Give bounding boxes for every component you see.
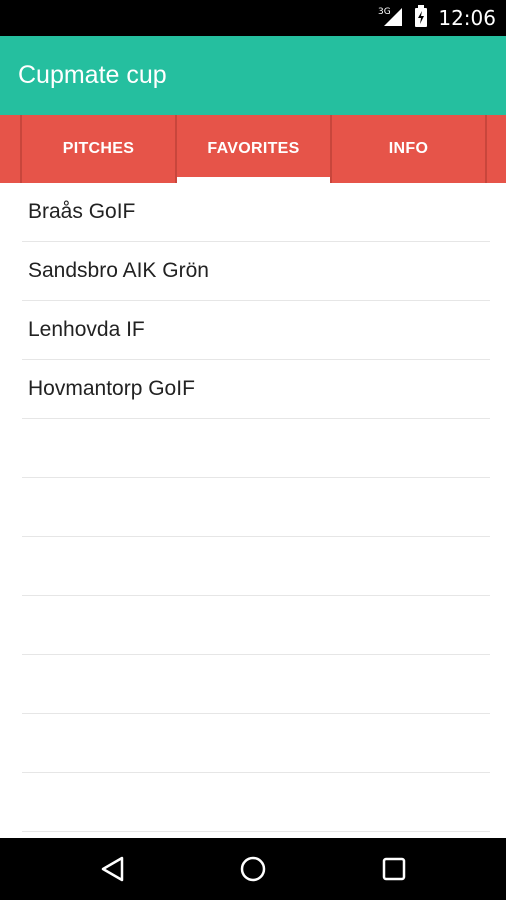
list-item xyxy=(22,714,490,773)
team-name: Hovmantorp GoIF xyxy=(28,377,195,400)
team-name: Braås GoIF xyxy=(28,200,136,223)
list-item xyxy=(22,419,490,478)
status-bar: 3G 12:06 xyxy=(0,0,506,36)
app-bar: Cupmate cup xyxy=(0,36,506,115)
tab-info[interactable]: INFO xyxy=(332,115,485,183)
home-icon xyxy=(240,856,266,882)
list-item[interactable]: Sandsbro AIK Grön xyxy=(22,242,490,301)
list-item xyxy=(22,478,490,537)
list-item xyxy=(22,773,490,832)
recents-icon xyxy=(382,857,406,881)
tab-bar: PITCHES FAVORITES INFO xyxy=(0,115,506,183)
battery-icon xyxy=(414,4,428,32)
back-button[interactable] xyxy=(73,838,153,900)
team-name: Sandsbro AIK Grön xyxy=(28,259,209,282)
list-item[interactable]: Braås GoIF xyxy=(22,183,490,242)
home-button[interactable] xyxy=(213,838,293,900)
back-icon xyxy=(101,856,124,882)
tab-pitches[interactable]: PITCHES xyxy=(22,115,175,183)
svg-text:3G: 3G xyxy=(378,7,391,17)
list-item[interactable]: Lenhovda IF xyxy=(22,301,490,360)
app-title: Cupmate cup xyxy=(18,61,167,89)
list-item xyxy=(22,655,490,714)
tab-favorites[interactable]: FAVORITES xyxy=(177,115,330,183)
list-item xyxy=(22,537,490,596)
list-item xyxy=(22,596,490,655)
list-item[interactable]: Hovmantorp GoIF xyxy=(22,360,490,419)
signal-icon: 3G xyxy=(378,5,404,32)
navigation-bar xyxy=(0,838,506,900)
team-name: Lenhovda IF xyxy=(28,318,145,341)
tab-divider xyxy=(485,115,487,183)
status-icons: 3G 12:06 xyxy=(378,0,496,36)
clock: 12:06 xyxy=(438,6,496,30)
recents-button[interactable] xyxy=(354,838,434,900)
